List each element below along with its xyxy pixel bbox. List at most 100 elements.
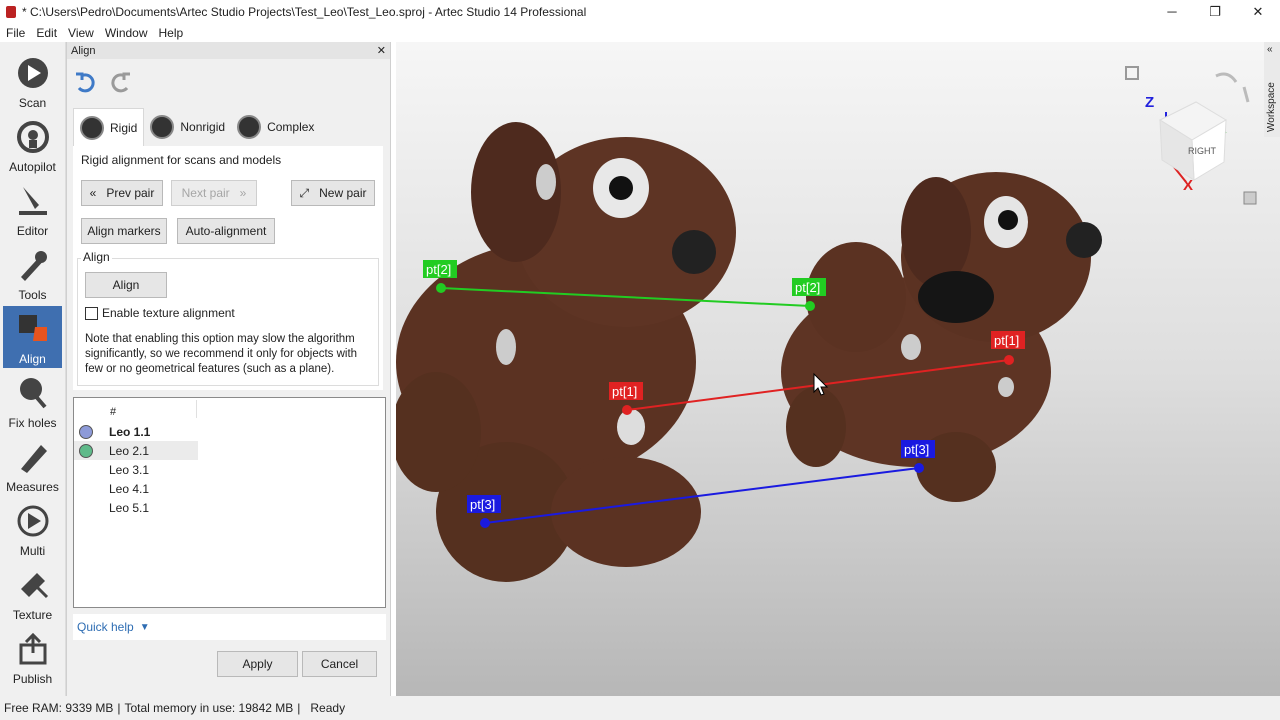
menu-help[interactable]: Help	[153, 26, 189, 40]
new-pair-button[interactable]: ⤢ New pair	[291, 180, 375, 206]
minimize-button[interactable]: ─	[1150, 0, 1194, 23]
menu-window[interactable]: Window	[99, 26, 153, 40]
point-marker[interactable]	[480, 518, 490, 528]
point-label: pt[3]	[904, 442, 929, 457]
color-dot[interactable]	[79, 424, 93, 439]
tool-label: Texture	[12, 608, 53, 622]
close-window-button[interactable]: ✕	[1236, 0, 1280, 23]
tool-measures[interactable]: Measures	[3, 434, 62, 496]
tool-label: Editor	[16, 224, 49, 238]
list-item-leo-2-1[interactable]: Leo 2.1	[74, 441, 198, 460]
apply-button[interactable]: Apply	[217, 651, 298, 677]
list-header: #	[110, 406, 117, 418]
tab-label: Nonrigid	[180, 120, 226, 134]
point-label: pt[2]	[795, 280, 820, 295]
prev-pair-button[interactable]: « Prev pair	[81, 180, 163, 206]
tab-label: Rigid	[110, 120, 138, 135]
quick-help-toggle[interactable]: Quick help ▼	[73, 614, 386, 640]
tool-autopilot[interactable]: Autopilot	[3, 114, 62, 176]
undo-redo-group	[73, 70, 133, 94]
workspace-tab[interactable]: « Workspace	[1264, 42, 1280, 137]
tool-publish[interactable]: Publish	[3, 626, 62, 688]
tool-label: Autopilot	[9, 160, 56, 174]
redo-icon[interactable]	[109, 70, 133, 94]
title-bar: * C:\Users\Pedro\Documents\Artec Studio …	[0, 0, 1280, 23]
texture-icon	[20, 573, 48, 599]
tool-label: Fix holes	[8, 416, 57, 430]
double-chevron-left-icon: «	[1267, 44, 1273, 55]
align-markers-button[interactable]: Align markers	[81, 218, 167, 244]
color-dot[interactable]	[79, 443, 93, 458]
list-item-leo-1-1[interactable]: Leo 1.1	[74, 422, 198, 441]
tab-rigid[interactable]: Rigid	[73, 108, 145, 146]
point-marker[interactable]	[914, 463, 924, 473]
cancel-button[interactable]: Cancel	[302, 651, 377, 677]
texture-alignment-checkbox[interactable]	[85, 307, 98, 320]
list-item-label: Leo 4.1	[109, 481, 150, 496]
tool-align[interactable]: Align	[3, 306, 62, 368]
rigid-content: Rigid alignment for scans and models « P…	[73, 146, 383, 390]
view-mode-icon[interactable]	[1243, 191, 1257, 205]
complex-icon	[237, 115, 262, 139]
tool-label: Publish	[12, 672, 53, 686]
align-button[interactable]: Align	[85, 272, 167, 298]
point-marker[interactable]	[436, 283, 446, 293]
rigid-subtitle: Rigid alignment for scans and models	[81, 153, 282, 167]
window-title: * C:\Users\Pedro\Documents\Artec Studio …	[22, 4, 587, 19]
point-label: pt[1]	[612, 384, 637, 399]
new-pair-label: New pair	[319, 186, 367, 200]
tool-label: Scan	[18, 96, 47, 110]
point-marker[interactable]	[1004, 355, 1014, 365]
menu-edit[interactable]: Edit	[30, 26, 62, 40]
next-pair-button[interactable]: Next pair »	[171, 180, 257, 206]
zoom-fit-icon[interactable]	[1125, 66, 1139, 80]
point-label: pt[2]	[426, 262, 451, 277]
free-ram-status: Free RAM: 9339 MB	[4, 701, 114, 715]
tool-label: Tools	[18, 288, 47, 302]
orientation-cube[interactable]: RIGHT Z X	[1145, 94, 1227, 194]
tool-fix-holes[interactable]: Fix holes	[3, 370, 62, 432]
autopilot-icon	[16, 121, 49, 153]
restore-button[interactable]: ❐	[1193, 0, 1237, 23]
chevron-down-icon: ▼	[139, 621, 150, 633]
list-item-label: Leo 2.1	[109, 443, 150, 458]
tool-label: Multi	[19, 544, 46, 558]
tool-editor[interactable]: Editor	[3, 178, 62, 240]
tool-tools[interactable]: Tools	[3, 242, 62, 304]
scan-list: # Leo 1.1 Leo 2.1 Leo 3.1 Leo 4.1 Leo 5.…	[73, 397, 386, 608]
scene-svg[interactable]: pt[2] pt[2] pt[1] pt[1] pt[3] pt[3] RIGH…	[396, 42, 1280, 696]
undo-icon[interactable]	[73, 70, 97, 94]
point-marker[interactable]	[622, 405, 632, 415]
tab-label: Complex	[267, 120, 315, 134]
tool-scan[interactable]: Scan	[3, 50, 62, 112]
viewport-3d[interactable]: pt[2] pt[2] pt[1] pt[1] pt[3] pt[3] RIGH…	[396, 42, 1280, 696]
new-pair-icon: ⤢	[299, 185, 310, 200]
double-chevron-left-icon: «	[89, 186, 97, 200]
menu-view[interactable]: View	[62, 26, 99, 40]
rigid-icon	[80, 115, 104, 140]
total-memory-status: Total memory in use: 19842 MB	[124, 701, 294, 715]
tool-multi[interactable]: Multi	[3, 498, 62, 560]
rotate-down-icon[interactable]	[1242, 86, 1250, 103]
auto-alignment-button[interactable]: Auto-alignment	[177, 218, 275, 244]
point-label: pt[1]	[994, 333, 1019, 348]
point-marker[interactable]	[805, 301, 815, 311]
fix-holes-icon	[19, 378, 47, 409]
menu-file[interactable]: File	[0, 26, 30, 40]
cube-face-label: RIGHT	[1188, 146, 1217, 156]
publish-icon	[19, 632, 46, 665]
menu-bar: File Edit View Window Help	[0, 23, 1280, 42]
scan-model-leo-2-1[interactable]	[781, 172, 1102, 502]
list-item-leo-4-1[interactable]: Leo 4.1	[74, 479, 198, 498]
tool-texture[interactable]: Texture	[3, 562, 62, 624]
tab-complex[interactable]: Complex	[231, 108, 320, 146]
tab-nonrigid[interactable]: Nonrigid	[144, 108, 231, 146]
double-chevron-right-icon: »	[239, 186, 247, 200]
point-label: pt[3]	[470, 497, 495, 512]
align-group-label: Align	[81, 250, 112, 264]
list-item-leo-3-1[interactable]: Leo 3.1	[74, 460, 198, 479]
list-item-leo-5-1[interactable]: Leo 5.1	[74, 498, 198, 517]
panel-close-button[interactable]: ✕	[377, 44, 386, 57]
status-bar: Free RAM: 9339 MB | Total memory in use:…	[0, 696, 1280, 720]
rotate-icon[interactable]	[1215, 72, 1238, 83]
